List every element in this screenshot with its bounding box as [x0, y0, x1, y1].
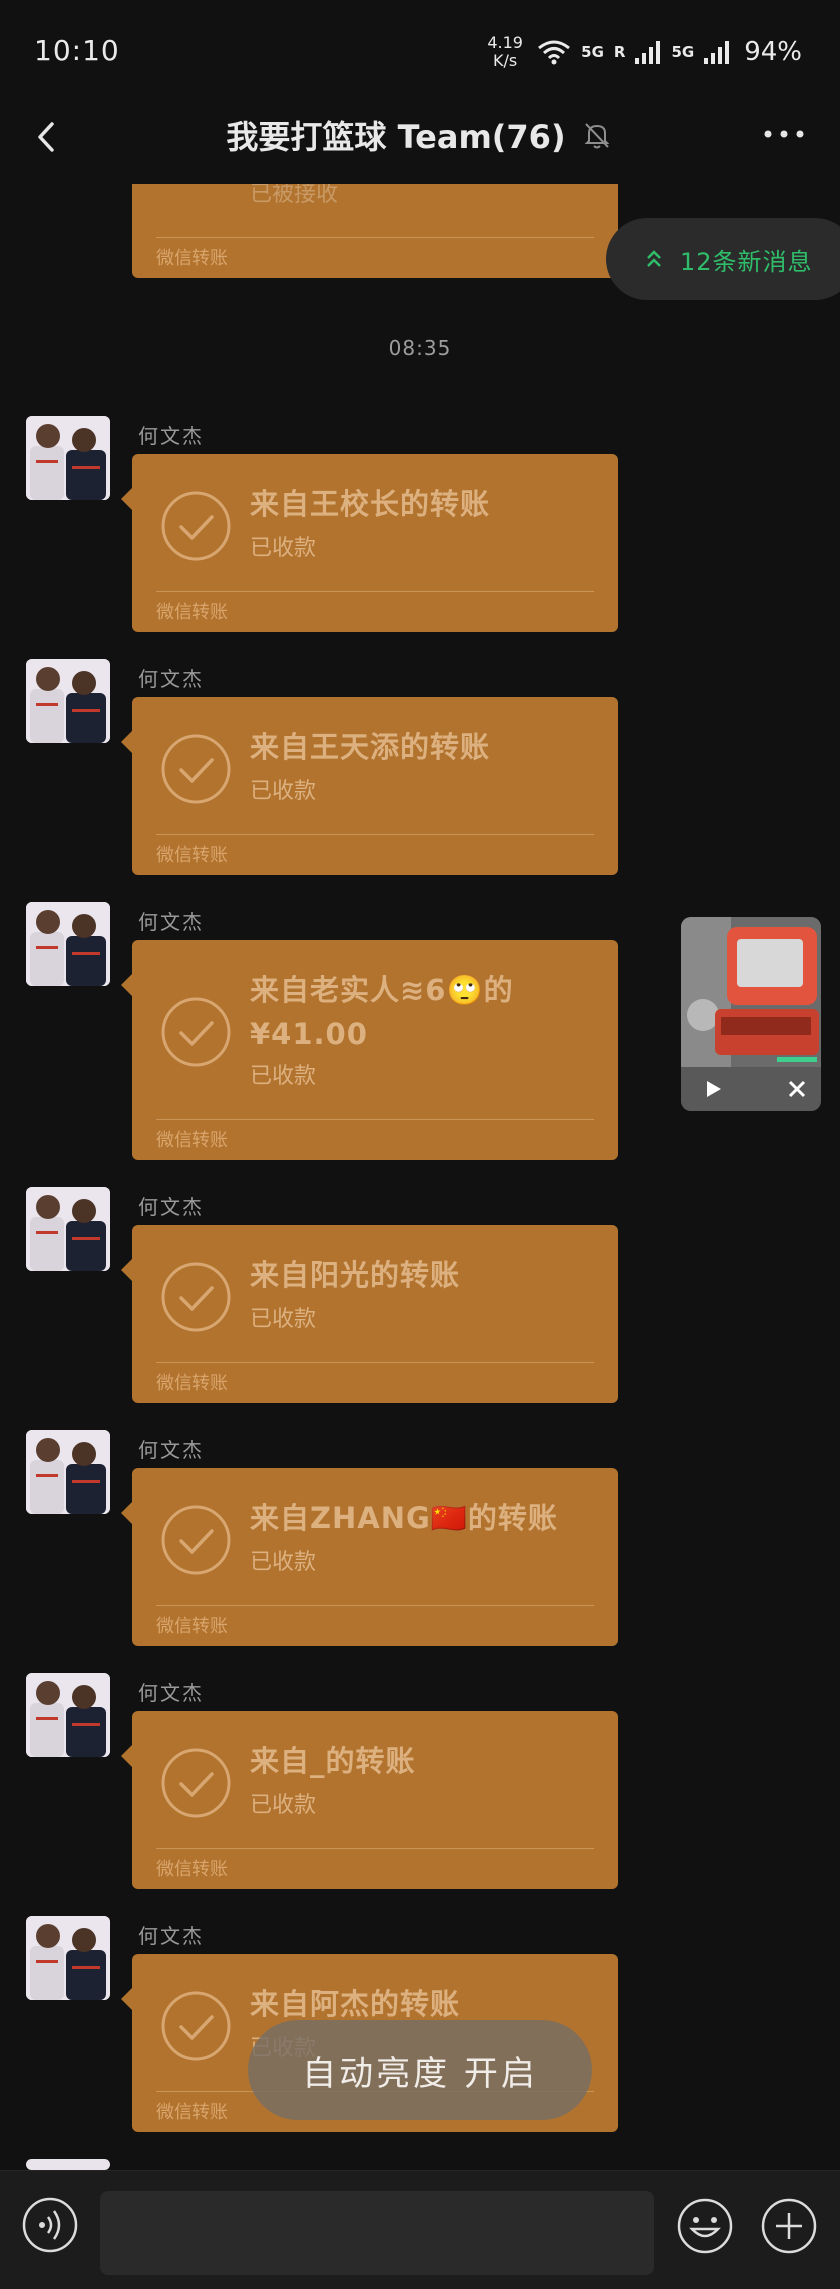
avatar[interactable] [26, 1430, 110, 1514]
card-status: 已收款 [250, 1550, 317, 1575]
card-footer: 微信转账 [156, 602, 228, 623]
time-divider: 08:35 [388, 336, 452, 360]
card-footer: 微信转账 [156, 845, 228, 866]
transfer-card[interactable]: 来自_的转账 已收款 微信转账 [121, 1711, 618, 1889]
avatar[interactable] [26, 659, 110, 743]
avatar[interactable] [26, 1916, 110, 2000]
transfer-card[interactable]: 来自老实人≋6🙄的 ¥41.00 已收款 微信转账 [121, 940, 618, 1160]
card-status: 已收款 [250, 1307, 317, 1332]
card-divider [156, 834, 594, 835]
card-title: 来自王天添的转账 [250, 730, 491, 764]
chat-messages[interactable]: 已被接收 微信转账 08:35 何文杰 来自王校长的转账 已收款 微信转账 何文… [0, 184, 840, 2170]
card-divider [156, 237, 594, 238]
battery-level: 94% [744, 37, 802, 67]
card-divider [156, 1605, 594, 1606]
card-status: 已收款 [250, 536, 317, 561]
transfer-card-partial[interactable]: 已被接收 微信转账 [132, 184, 618, 278]
network-speed-value: 4.19 [487, 33, 523, 52]
card-footer: 微信转账 [156, 1616, 228, 1637]
check-circle-icon [161, 1748, 231, 1818]
status-indicators: 4.19 K/s 5G R 5G 94% [483, 30, 802, 74]
signal-bars-icon [635, 41, 661, 64]
input-bar [0, 2170, 840, 2289]
card-title: 来自阳光的转账 [250, 1258, 461, 1292]
avatar[interactable] [26, 416, 110, 500]
card-status: 已被接收 [250, 184, 339, 207]
bell-off-icon [584, 123, 609, 149]
brightness-toast: 自动亮度 开启 [248, 2020, 592, 2120]
sender-name: 何文杰 [138, 1438, 204, 1462]
sender-name: 何文杰 [138, 1924, 204, 1948]
transfer-card[interactable]: 来自王天添的转账 已收款 微信转账 [121, 697, 618, 875]
card-divider [156, 1848, 594, 1849]
signal-label-2: 5G [671, 43, 695, 61]
new-messages-button[interactable]: 12条新消息 [606, 218, 840, 300]
avatar[interactable] [26, 1187, 110, 1271]
sender-name: 何文杰 [138, 424, 204, 448]
sender-name: 何文杰 [138, 1681, 204, 1705]
card-divider [156, 1362, 594, 1363]
card-title: 来自王校长的转账 [250, 487, 491, 521]
card-status: 已收款 [250, 1064, 317, 1089]
emoji-icon[interactable] [676, 2197, 734, 2255]
network-speed-unit: K/s [493, 51, 518, 70]
sender-name: 何文杰 [138, 1195, 204, 1219]
avatar[interactable] [26, 902, 110, 986]
close-icon[interactable] [787, 1079, 807, 1099]
card-divider [156, 1119, 594, 1120]
card-divider [156, 591, 594, 592]
check-circle-icon [161, 1505, 231, 1575]
plus-icon[interactable] [760, 2197, 818, 2255]
more-dots-icon[interactable] [756, 114, 812, 154]
card-footer: 微信转账 [156, 1130, 228, 1151]
card-title: 来自ZHANG🇨🇳的转账 [250, 1501, 558, 1535]
card-footer: 微信转账 [156, 1859, 228, 1880]
card-footer: 微信转账 [156, 248, 228, 269]
signal-bars-icon-2 [704, 41, 730, 64]
check-circle-icon [161, 491, 231, 561]
chat-title-bar: 我要打篮球 Team(76) [0, 112, 840, 158]
wifi-icon [538, 40, 571, 65]
card-status: 已收款 [250, 1793, 317, 1818]
sender-name: 何文杰 [138, 667, 204, 691]
chat-header: 我要打篮球 Team(76) [0, 100, 840, 184]
check-circle-icon [161, 1262, 231, 1332]
transfer-card[interactable]: 来自ZHANG🇨🇳的转账 已收款 微信转账 [121, 1468, 618, 1646]
video-thumbnail [681, 917, 821, 1067]
status-time: 10:10 [34, 34, 120, 67]
card-amount: ¥41.00 [250, 1017, 368, 1051]
floating-video-window[interactable] [681, 917, 821, 1111]
card-title: 来自_的转账 [250, 1744, 416, 1778]
card-title: 来自老实人≋6🙄的 [250, 973, 514, 1007]
play-icon[interactable] [703, 1079, 723, 1099]
transfer-card[interactable]: 来自阳光的转账 已收款 微信转账 [121, 1225, 618, 1403]
check-circle-icon [161, 997, 231, 1067]
sender-name: 何文杰 [138, 910, 204, 934]
network-speed: 4.19 K/s [483, 34, 527, 70]
transfer-card[interactable]: 来自王校长的转账 已收款 微信转账 [121, 454, 618, 632]
avatar-partial[interactable] [26, 2159, 110, 2170]
avatar[interactable] [26, 1673, 110, 1757]
signal-label-1: 5G [581, 43, 604, 61]
check-circle-icon [161, 1991, 231, 2061]
card-footer: 微信转账 [156, 1373, 228, 1394]
voice-icon[interactable] [22, 2197, 78, 2253]
card-status: 已收款 [250, 779, 317, 804]
check-circle-icon [161, 734, 231, 804]
chat-title: 我要打篮球 Team(76) [226, 118, 566, 156]
new-messages-label: 12条新消息 [680, 247, 813, 276]
video-controls [681, 1067, 821, 1111]
message-input[interactable] [100, 2191, 654, 2275]
status-bar: 10:10 4.19 K/s 5G R 5G 94% [0, 0, 840, 100]
card-footer: 微信转账 [156, 2102, 228, 2123]
roaming-label: R [613, 43, 626, 61]
double-chevron-up-icon [647, 250, 661, 267]
